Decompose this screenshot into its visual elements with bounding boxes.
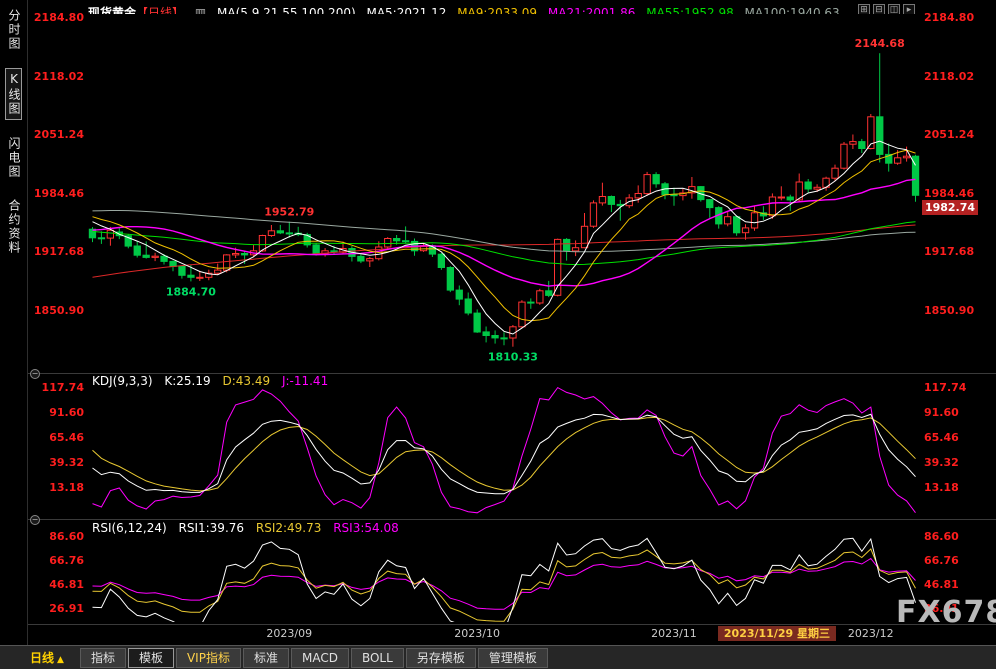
rsi-axis-label: 86.60 [924, 531, 990, 543]
price-axis-label: 2051.24 [26, 129, 84, 141]
rsi-header: RSI(6,12,24) RSI1:39.76 RSI2:49.73 RSI3:… [92, 521, 407, 535]
sidebar-tab-kline-chart[interactable]: K线图 [5, 68, 22, 120]
rsi3-value: RSI3:54.08 [333, 521, 399, 535]
fx678-watermark: FX678 [896, 596, 996, 630]
kdj-k-value: K:25.19 [164, 374, 210, 388]
kdj-axis-label: 91.60 [26, 407, 84, 419]
x-axis-label: 2023/11 [644, 627, 704, 640]
rsi-axis-label: 46.81 [26, 579, 84, 591]
sidebar-tab-time-chart[interactable]: 分时图 [6, 6, 21, 54]
kdj-d-value: D:43.49 [222, 374, 270, 388]
period-up-arrow-icon: ▲ [57, 655, 64, 665]
kdj-axis-label: 117.74 [26, 382, 84, 394]
sidebar-tab-contract-info[interactable]: 合约资料 [6, 196, 21, 258]
rsi-axis-label: 66.76 [26, 555, 84, 567]
price-axis-label: 1984.46 [26, 188, 84, 200]
period-label: 日线 [30, 651, 54, 665]
date-axis: 2023/11/29 星期三 2023/09 2023/10 2023/11 2023… [28, 625, 996, 643]
sidebar-tab-tick-chart[interactable]: 闪电图 [6, 134, 21, 182]
macd-button[interactable]: MACD [291, 648, 349, 668]
rsi-panel-chart[interactable] [88, 526, 920, 622]
kdj-axis-label: 91.60 [924, 407, 990, 419]
rsi-axis-label: 26.91 [26, 603, 84, 615]
x-axis-label: 2023/10 [447, 627, 507, 640]
price-axis-label: 2184.80 [924, 12, 990, 24]
rsi-axis-label: 66.76 [924, 555, 990, 567]
svg-text:2144.68: 2144.68 [855, 37, 905, 50]
vip-indicator-button[interactable]: VIP指标 [176, 648, 241, 668]
last-price-tag: 1982.74 [922, 200, 978, 215]
save-template-button[interactable]: 另存模板 [406, 648, 476, 668]
boll-button[interactable]: BOLL [351, 648, 404, 668]
kdj-axis-label: 13.18 [26, 482, 84, 494]
rsi2-value: RSI2:49.73 [256, 521, 322, 535]
main-candlestick-chart[interactable]: 2144.68 1952.79 1884.70 1810.33 [88, 14, 920, 370]
template-button[interactable]: 模板 [128, 648, 174, 668]
period-selector[interactable]: 日线▲ [30, 649, 64, 666]
bottom-toolbar: 日线▲ 指标 模板 VIP指标 标准 MACD BOLL 另存模板 管理模板 [0, 645, 996, 669]
kdj-header: KDJ(9,3,3) K:25.19 D:43.49 J:-11.41 [92, 374, 336, 388]
kdj-axis-label: 117.74 [924, 382, 990, 394]
price-axis-label: 2051.24 [924, 129, 990, 141]
price-axis-label: 1850.90 [26, 305, 84, 317]
kdj-j-value: J:-11.41 [282, 374, 328, 388]
price-axis-label: 2118.02 [26, 71, 84, 83]
kdj-axis-label: 65.46 [26, 432, 84, 444]
price-axis-label: 1850.90 [924, 305, 990, 317]
rsi-axis-label: 46.81 [924, 579, 990, 591]
kdj-axis-label: 39.32 [924, 457, 990, 469]
rsi1-value: RSI1:39.76 [179, 521, 245, 535]
standard-button[interactable]: 标准 [243, 648, 289, 668]
kdj-axis-label: 65.46 [924, 432, 990, 444]
kdj-axis-label: 39.32 [26, 457, 84, 469]
rsi-panel-collapse-icon[interactable]: − [30, 515, 40, 525]
price-axis-label: 1917.68 [924, 246, 990, 258]
manage-template-button[interactable]: 管理模板 [478, 648, 548, 668]
price-axis-label: 1917.68 [26, 246, 84, 258]
panel-divider [28, 519, 996, 520]
kdj-panel-chart[interactable] [88, 382, 920, 516]
trading-app-window: 分时图 K线图 闪电图 合约资料 现货黄金【日线】 ▥ MA(5,9,21,55… [0, 0, 996, 669]
rsi-axis-label: 86.60 [26, 531, 84, 543]
svg-text:1884.70: 1884.70 [166, 285, 216, 298]
svg-text:1810.33: 1810.33 [488, 351, 538, 364]
chart-type-sidebar: 分时图 K线图 闪电图 合约资料 [0, 0, 28, 645]
price-axis-label: 1984.46 [924, 188, 990, 200]
price-axis-label: 2184.80 [26, 12, 84, 24]
kdj-title: KDJ(9,3,3) [92, 374, 153, 388]
cursor-date-label: 2023/11/29 星期三 [718, 626, 836, 641]
kdj-axis-label: 13.18 [924, 482, 990, 494]
svg-text:1952.79: 1952.79 [264, 206, 314, 219]
price-axis-label: 2118.02 [924, 71, 990, 83]
x-axis-label: 2023/12 [841, 627, 901, 640]
kdj-panel-collapse-icon[interactable]: − [30, 369, 40, 379]
indicator-button[interactable]: 指标 [80, 648, 126, 668]
rsi-title: RSI(6,12,24) [92, 521, 167, 535]
x-axis-label: 2023/09 [259, 627, 319, 640]
